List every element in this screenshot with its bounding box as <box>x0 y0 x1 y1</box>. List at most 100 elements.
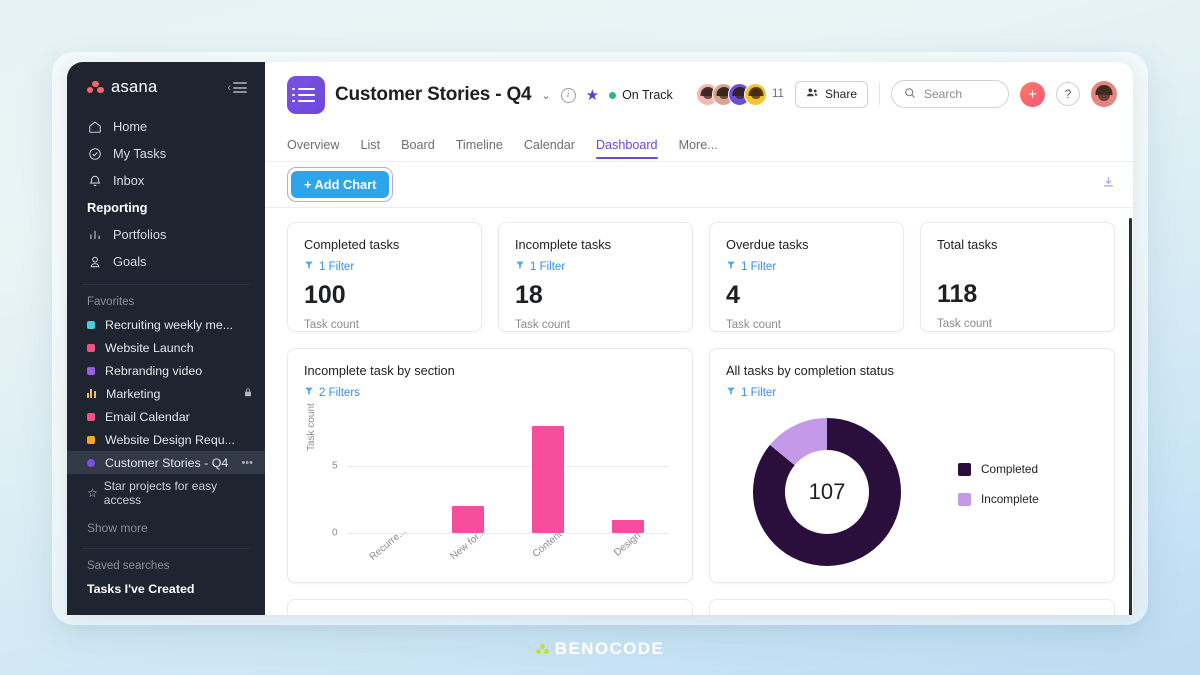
status-dot-icon <box>609 91 617 99</box>
project-color-dot-icon <box>87 435 95 444</box>
kpi-filter[interactable]: 1 Filter <box>304 260 465 273</box>
kpi-subtitle: Task count <box>515 319 570 331</box>
chart-title: Incomplete task by section <box>304 363 455 378</box>
sidebar-item-website-launch[interactable]: Website Launch <box>67 336 265 359</box>
legend-item-completed[interactable]: Completed <box>958 462 1039 476</box>
kpi-value: 100 <box>304 281 346 309</box>
watermark-label: BENOCODE <box>554 639 665 658</box>
bar-column[interactable] <box>348 413 428 533</box>
bar-chart-x-labels: Recurre... New for... Content Design <box>348 526 668 563</box>
project-color-dot-icon <box>87 366 95 375</box>
sidebar-item-customer-stories-q4[interactable]: Customer Stories - Q4 ••• <box>67 451 265 474</box>
x-tick: Content <box>508 529 588 560</box>
sidebar-item-home[interactable]: Home <box>67 113 265 140</box>
filter-icon <box>515 260 525 273</box>
star-icon[interactable]: ★ <box>586 86 599 104</box>
kpi-filter[interactable]: 1 Filter <box>515 260 676 273</box>
overflow-menu-icon[interactable]: ••• <box>241 457 253 469</box>
share-button[interactable]: Share <box>794 80 868 108</box>
task-completion-header: Task completion over the last three mont… <box>726 614 1098 615</box>
search-box[interactable] <box>891 80 1009 108</box>
kpi-row: Completed tasks 1 Filter 100 Task count … <box>287 222 1115 332</box>
show-more-button[interactable]: Show more <box>67 512 265 539</box>
kpi-subtitle: Task count <box>304 319 359 331</box>
tab-dashboard[interactable]: Dashboard <box>595 138 658 159</box>
kpi-card-incomplete-tasks[interactable]: Incomplete tasks 1 Filter 18 Task count <box>498 222 693 332</box>
chart-filter[interactable]: 1 Filter <box>726 386 1098 399</box>
download-icon[interactable] <box>1102 175 1115 194</box>
sidebar-item-label: Goals <box>113 254 147 269</box>
favorite-label: Email Calendar <box>105 409 190 424</box>
bar-column[interactable] <box>508 413 588 533</box>
asana-logo[interactable]: asana <box>87 78 157 97</box>
avatar[interactable] <box>744 82 768 106</box>
tab-more[interactable]: More... <box>679 138 718 159</box>
sidebar-item-recruiting-weekly-meeting[interactable]: Recruiting weekly me... <box>67 313 265 336</box>
header-actions: 11 Share + ? <box>696 74 1117 108</box>
bar[interactable] <box>532 426 564 533</box>
sidebar-item-goals[interactable]: Goals <box>67 248 265 275</box>
chart-card-upcoming-tasks-by-assignee[interactable]: Upcoming tasks by assignee <box>287 599 693 615</box>
x-tick-label: Design <box>612 530 644 559</box>
bar-chart-icon <box>87 227 102 242</box>
chart-title: Upcoming tasks by assignee <box>304 614 676 615</box>
status-badge[interactable]: On Track <box>609 88 673 102</box>
favorite-label: Customer Stories - Q4 <box>105 455 229 470</box>
sidebar-item-my-tasks[interactable]: My Tasks <box>67 140 265 167</box>
kpi-card-completed-tasks[interactable]: Completed tasks 1 Filter 100 Task count <box>287 222 482 332</box>
saved-searches-label: Saved searches <box>87 560 170 572</box>
tab-list[interactable]: List <box>360 138 380 159</box>
bar-column[interactable] <box>428 413 508 533</box>
kpi-card-total-tasks[interactable]: Total tasks 1 Filter 118 Task count <box>920 222 1115 332</box>
help-button[interactable]: ? <box>1056 82 1080 106</box>
info-icon[interactable]: i <box>560 87 576 103</box>
header-divider <box>879 83 880 105</box>
kpi-subtitle: Task count <box>726 319 781 331</box>
sidebar-item-website-design-request[interactable]: Website Design Requ... <box>67 428 265 451</box>
sidebar-item-rebranding-video[interactable]: Rebranding video <box>67 359 265 382</box>
member-avatars[interactable]: 11 <box>696 82 784 106</box>
kpi-filter-label: 1 Filter <box>530 260 566 273</box>
y-tick-label: 5 <box>332 460 338 472</box>
quick-add-button[interactable]: + <box>1020 81 1045 107</box>
bar[interactable] <box>612 519 644 533</box>
star-projects-hint[interactable]: ☆ Star projects for easy access <box>67 474 265 512</box>
filter-icon <box>304 260 314 273</box>
sidebar-item-portfolios[interactable]: Portfolios <box>67 221 265 248</box>
bottom-chart-row: Upcoming tasks by assignee Task completi… <box>287 599 1115 615</box>
tab-calendar[interactable]: Calendar <box>524 138 575 159</box>
project-list-icon[interactable] <box>287 76 325 114</box>
search-input[interactable] <box>924 87 996 101</box>
sidebar-item-email-calendar[interactable]: Email Calendar <box>67 405 265 428</box>
chart-filter-label: 2 Filters <box>319 386 360 399</box>
chart-card-all-tasks-by-completion-status[interactable]: All tasks by completion status 1 Filter <box>709 348 1115 583</box>
chart-card-incomplete-task-by-section[interactable]: Incomplete task by section 2 Filters Tas… <box>287 348 693 583</box>
favorite-label: Website Design Requ... <box>105 432 235 447</box>
donut-legend: Completed Incomplete <box>958 462 1039 522</box>
asana-app-window: asana ‹ Home My Tasks Inbox Reporting Po… <box>67 62 1133 615</box>
chart-filter[interactable]: 2 Filters <box>304 386 676 399</box>
kpi-filter[interactable]: 1 Filter <box>726 260 887 273</box>
donut-graphic[interactable]: 107 <box>748 413 906 571</box>
scrollbar-thumb[interactable] <box>1129 218 1132 615</box>
tab-overview[interactable]: Overview <box>287 138 339 159</box>
user-avatar[interactable] <box>1091 81 1117 107</box>
bar-chart-plot-area: 5 0 <box>332 413 668 539</box>
tab-timeline[interactable]: Timeline <box>456 138 503 159</box>
favorite-label: Marketing <box>106 386 161 401</box>
legend-item-incomplete[interactable]: Incomplete <box>958 492 1039 506</box>
filter-icon <box>726 386 736 399</box>
sidebar-item-marketing[interactable]: Marketing <box>67 382 265 405</box>
chevron-down-icon[interactable]: ⌄ <box>541 89 550 102</box>
kpi-card-overdue-tasks[interactable]: Overdue tasks 1 Filter 4 Task count <box>709 222 904 332</box>
kpi-value: 4 <box>726 281 740 309</box>
sidebar-item-inbox[interactable]: Inbox <box>67 167 265 194</box>
filter-icon <box>304 386 314 399</box>
bar-column[interactable] <box>588 413 668 533</box>
vertical-scrollbar[interactable] <box>1128 208 1133 615</box>
collapse-sidebar-icon[interactable]: ‹ <box>227 82 247 94</box>
sidebar-item-tasks-ive-created[interactable]: Tasks I've Created <box>67 577 265 600</box>
tab-board[interactable]: Board <box>401 138 435 159</box>
add-chart-button[interactable]: + Add Chart <box>291 171 390 198</box>
chart-card-task-completion-over[interactable]: Task completion over the last three mont… <box>709 599 1115 615</box>
